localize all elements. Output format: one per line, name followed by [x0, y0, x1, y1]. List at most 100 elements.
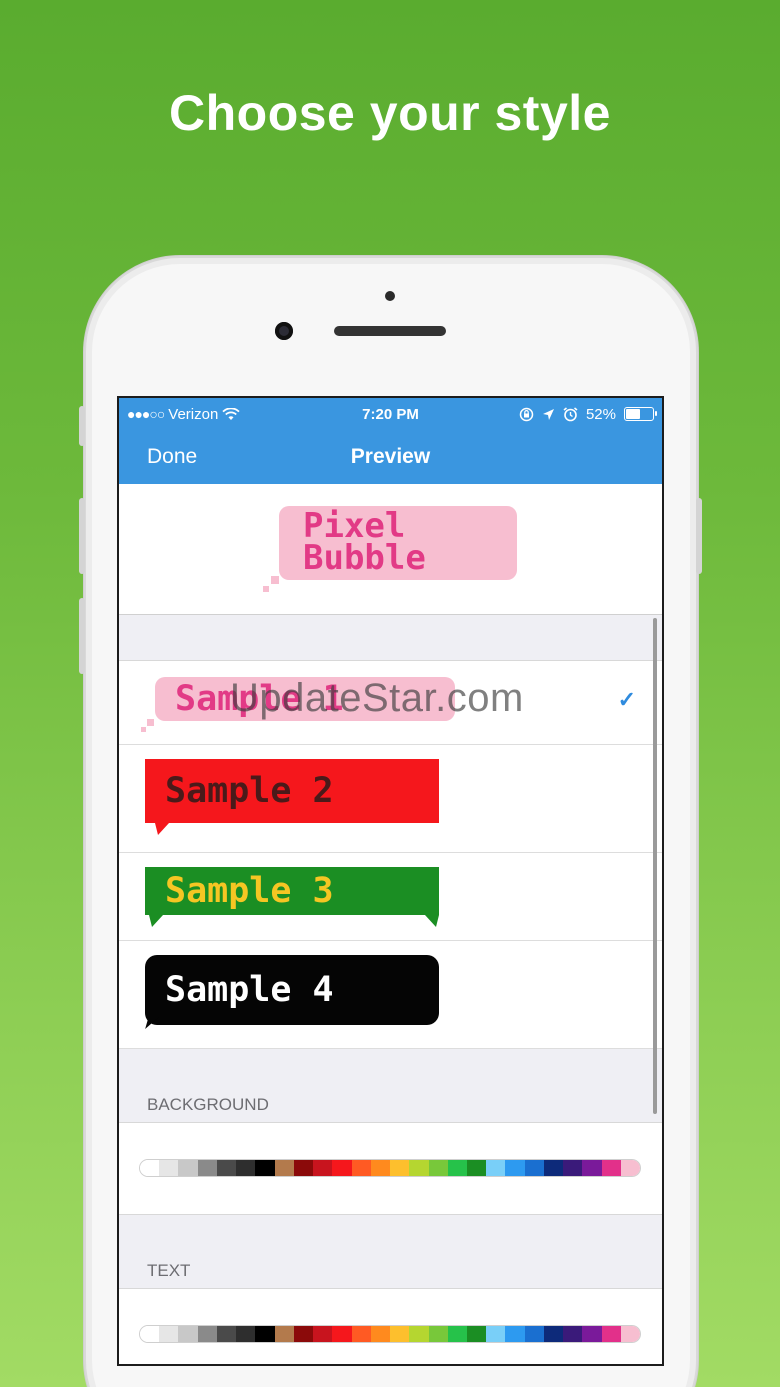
color-swatch[interactable] — [409, 1160, 429, 1176]
carrier-name: Verizon — [168, 405, 219, 423]
color-swatch[interactable] — [216, 1326, 237, 1342]
status-bar: ●●●○○ Verizon 7:20 PM 52% — [119, 398, 662, 430]
style-option-3[interactable]: Sample 3 — [119, 853, 662, 941]
battery-fill — [626, 409, 640, 419]
selected-check-icon: ✓ — [617, 687, 636, 712]
earpiece-speaker — [334, 326, 446, 336]
phone-volume-up — [79, 498, 85, 574]
bubble-tail — [147, 719, 154, 726]
bubble-tail-dot — [263, 586, 269, 592]
background-section-header: BACKGROUND — [119, 1049, 662, 1123]
color-swatch[interactable] — [428, 1326, 448, 1342]
bubble-tail-dot — [141, 727, 146, 732]
bubble-preview: Pixel Bubble — [119, 484, 662, 615]
color-swatch[interactable] — [409, 1326, 429, 1342]
color-swatch[interactable] — [390, 1160, 410, 1176]
color-swatch[interactable] — [486, 1326, 506, 1342]
battery-icon — [624, 407, 657, 421]
phone-volume-down — [79, 598, 85, 674]
watermark: UpdateStar.com — [230, 676, 524, 720]
color-swatch[interactable] — [274, 1160, 294, 1176]
color-swatch[interactable] — [255, 1326, 275, 1342]
color-swatch[interactable] — [178, 1326, 198, 1342]
color-swatch[interactable] — [582, 1160, 602, 1176]
color-swatch[interactable] — [216, 1160, 237, 1176]
color-swatch[interactable] — [197, 1160, 217, 1176]
group-spacer — [119, 615, 662, 661]
wifi-icon — [222, 407, 240, 420]
color-swatch[interactable] — [332, 1160, 352, 1176]
color-swatch[interactable] — [197, 1326, 217, 1342]
style-option-4[interactable]: Sample 4 — [119, 941, 662, 1049]
color-swatch[interactable] — [293, 1326, 314, 1342]
alarm-clock-icon — [563, 406, 578, 421]
phone-mute-switch — [79, 406, 85, 446]
color-swatch[interactable] — [505, 1326, 525, 1342]
color-swatch[interactable] — [582, 1326, 602, 1342]
color-swatch[interactable] — [140, 1326, 160, 1342]
color-swatch[interactable] — [236, 1160, 256, 1176]
color-swatch[interactable] — [601, 1160, 621, 1176]
color-swatch[interactable] — [447, 1160, 467, 1176]
color-swatch[interactable] — [313, 1326, 333, 1342]
color-swatch[interactable] — [447, 1326, 467, 1342]
sample-bubble-3: Sample 3 — [145, 867, 439, 915]
rotation-lock-icon — [519, 407, 534, 421]
color-swatch[interactable] — [332, 1326, 352, 1342]
bubble-tail — [155, 823, 169, 835]
color-swatch[interactable] — [601, 1326, 621, 1342]
page-title: Preview — [350, 445, 431, 468]
proximity-sensor — [385, 291, 395, 301]
signal-strength-icon: ●●●○○ — [127, 406, 165, 422]
bubble-tail — [145, 1017, 159, 1029]
color-swatch[interactable] — [236, 1326, 256, 1342]
text-section-header: TEXT — [119, 1215, 662, 1289]
color-swatch[interactable] — [524, 1160, 544, 1176]
color-swatch[interactable] — [620, 1160, 640, 1176]
color-swatch[interactable] — [370, 1160, 391, 1176]
bubble-tail-right — [425, 915, 439, 927]
sample-bubble-2: Sample 2 — [145, 759, 439, 823]
color-swatch[interactable] — [313, 1160, 333, 1176]
background-color-palette[interactable] — [139, 1159, 641, 1177]
sample-bubble-4: Sample 4 — [145, 955, 439, 1025]
color-swatch[interactable] — [274, 1326, 294, 1342]
color-swatch[interactable] — [140, 1160, 160, 1176]
color-swatch[interactable] — [466, 1326, 487, 1342]
color-swatch[interactable] — [351, 1326, 371, 1342]
background-color-row — [119, 1123, 662, 1215]
bubble-tail — [271, 576, 279, 584]
preview-line-2: Bubble — [303, 538, 426, 578]
color-swatch[interactable] — [543, 1326, 564, 1342]
color-swatch[interactable] — [620, 1326, 640, 1342]
color-swatch[interactable] — [351, 1160, 371, 1176]
text-color-row — [119, 1289, 662, 1364]
color-swatch[interactable] — [524, 1326, 544, 1342]
scroll-indicator[interactable] — [653, 618, 657, 1114]
headline: Choose your style — [169, 85, 611, 141]
preview-bubble: Pixel Bubble — [263, 506, 517, 592]
color-swatch[interactable] — [428, 1160, 448, 1176]
color-swatch[interactable] — [159, 1326, 179, 1342]
color-swatch[interactable] — [370, 1326, 391, 1342]
color-swatch[interactable] — [543, 1160, 564, 1176]
color-swatch[interactable] — [178, 1160, 198, 1176]
done-button[interactable]: Done — [147, 445, 197, 469]
style-option-2[interactable]: Sample 2 — [119, 745, 662, 853]
phone-power-button — [696, 498, 702, 574]
color-swatch[interactable] — [255, 1160, 275, 1176]
app-screen: ●●●○○ Verizon 7:20 PM 52% Done Preview P… — [117, 396, 664, 1366]
color-swatch[interactable] — [563, 1326, 583, 1342]
location-arrow-icon — [542, 408, 554, 420]
bubble-tail — [149, 915, 163, 927]
color-swatch[interactable] — [486, 1160, 506, 1176]
front-camera — [275, 322, 293, 340]
text-color-palette[interactable] — [139, 1325, 641, 1343]
color-swatch[interactable] — [466, 1160, 487, 1176]
color-swatch[interactable] — [505, 1160, 525, 1176]
color-swatch[interactable] — [159, 1160, 179, 1176]
color-swatch[interactable] — [563, 1160, 583, 1176]
battery-percentage: 52% — [585, 405, 616, 423]
color-swatch[interactable] — [293, 1160, 314, 1176]
color-swatch[interactable] — [390, 1326, 410, 1342]
